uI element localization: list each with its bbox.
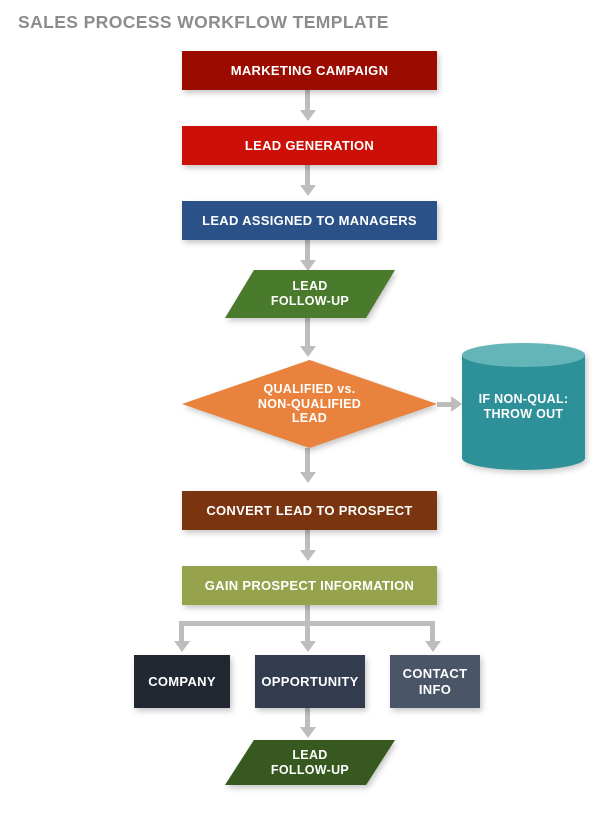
node-opportunity-label: OPPORTUNITY xyxy=(261,673,359,689)
node-lead-followup-top-label: LEAD FOLLOW-UP xyxy=(265,279,355,309)
connector-leadgen-to-assigned xyxy=(305,165,310,187)
cylinder-top-ellipse xyxy=(462,343,585,367)
node-lead-generation[interactable]: LEAD GENERATION xyxy=(182,126,437,165)
node-throw-out-line2: THROW OUT xyxy=(483,406,564,421)
node-marketing-campaign-label: MARKETING CAMPAIGN xyxy=(230,62,389,78)
node-lead-assigned-to-managers[interactable]: LEAD ASSIGNED TO MANAGERS xyxy=(182,201,437,240)
arrowhead-marketing-to-leadgen xyxy=(299,110,316,121)
connector-branch-left-drop xyxy=(179,621,184,643)
arrowhead-branch-contact xyxy=(424,641,441,652)
arrowhead-decision-to-throwout xyxy=(451,396,462,412)
node-lead-generation-label: LEAD GENERATION xyxy=(244,137,375,153)
connector-branch-center-drop xyxy=(305,621,310,643)
page-title: SALES PROCESS WORKFLOW TEMPLATE xyxy=(18,12,389,32)
node-convert-lead-to-prospect[interactable]: CONVERT LEAD TO PROSPECT xyxy=(182,491,437,530)
node-qualified-decision[interactable]: QUALIFIED vs. NON-QUALIFIED LEAD xyxy=(182,360,437,448)
arrowhead-decision-to-convert xyxy=(299,472,316,483)
node-qualified-decision-line3: LEAD xyxy=(291,411,328,426)
node-qualified-decision-line2: NON-QUALIFIED xyxy=(257,396,362,411)
node-contact-info-line1: CONTACT xyxy=(402,666,468,682)
node-contact-info-line2: INFO xyxy=(418,681,452,697)
node-contact-info-label: CONTACT INFO xyxy=(397,666,474,697)
arrowhead-opportunity-to-followup xyxy=(299,727,316,738)
connector-assigned-to-followup xyxy=(305,240,310,262)
flowchart-canvas: SALES PROCESS WORKFLOW TEMPLATE MARKETIN… xyxy=(0,0,608,815)
node-convert-lead-label: CONVERT LEAD TO PROSPECT xyxy=(206,502,413,518)
connector-followup-to-decision xyxy=(305,318,310,346)
arrowhead-followup-to-decision xyxy=(299,346,316,357)
node-marketing-campaign[interactable]: MARKETING CAMPAIGN xyxy=(182,51,437,90)
arrowhead-leadgen-to-assigned xyxy=(299,185,316,196)
arrowhead-branch-opportunity xyxy=(299,641,316,652)
node-throw-out-label: IF NON-QUAL: THROW OUT xyxy=(473,392,575,422)
arrowhead-convert-to-gain xyxy=(299,550,316,561)
node-contact-info[interactable]: CONTACT INFO xyxy=(390,655,480,708)
node-lead-followup-bottom-line1: LEAD xyxy=(292,747,328,762)
node-throw-out-store[interactable]: IF NON-QUAL: THROW OUT xyxy=(462,343,585,470)
connector-decision-to-convert xyxy=(305,448,310,474)
node-qualified-decision-label: QUALIFIED vs. NON-QUALIFIED LEAD xyxy=(252,382,367,426)
connector-convert-to-gain xyxy=(305,530,310,552)
node-lead-followup-top[interactable]: LEAD FOLLOW-UP xyxy=(225,270,395,318)
node-lead-assigned-label: LEAD ASSIGNED TO MANAGERS xyxy=(202,212,417,228)
node-company[interactable]: COMPANY xyxy=(134,655,230,708)
node-lead-followup-top-line2: FOLLOW-UP xyxy=(270,294,350,308)
connector-marketing-to-leadgen xyxy=(305,90,310,112)
node-gain-prospect-information[interactable]: GAIN PROSPECT INFORMATION xyxy=(182,566,437,605)
node-lead-followup-bottom[interactable]: LEAD FOLLOW-UP xyxy=(225,740,395,785)
node-lead-followup-bottom-line2: FOLLOW-UP xyxy=(270,762,350,777)
node-lead-followup-top-line1: LEAD xyxy=(292,279,328,294)
node-gain-prospect-label: GAIN PROSPECT INFORMATION xyxy=(204,577,415,593)
node-opportunity[interactable]: OPPORTUNITY xyxy=(255,655,365,708)
node-company-label: COMPANY xyxy=(148,673,216,689)
node-throw-out-line1: IF NON-QUAL: xyxy=(478,391,569,406)
node-lead-followup-bottom-label: LEAD FOLLOW-UP xyxy=(265,748,355,778)
node-qualified-decision-line1: QUALIFIED vs. xyxy=(263,381,356,396)
arrowhead-branch-company xyxy=(173,641,190,652)
connector-branch-right-drop xyxy=(430,621,435,643)
